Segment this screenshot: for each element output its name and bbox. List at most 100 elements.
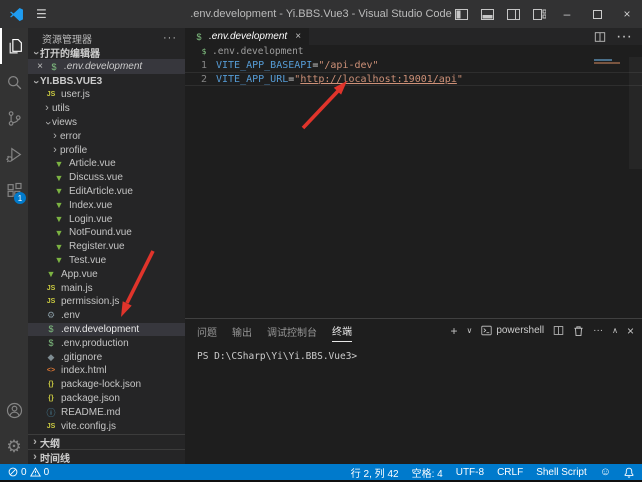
encoding[interactable]: UTF-8 xyxy=(456,467,484,478)
timeline-section-header[interactable]: › 时间线 xyxy=(28,449,185,464)
vue-icon: ▼ xyxy=(53,159,65,169)
outline-section-header[interactable]: › 大纲 xyxy=(28,434,185,449)
tree-item-Register.vue[interactable]: ▼Register.vue xyxy=(28,240,185,254)
line-number: 1 xyxy=(185,60,207,71)
tab-terminal[interactable]: 终端 xyxy=(332,319,352,342)
file-name: Login.vue xyxy=(69,214,112,225)
notifications-bell-icon[interactable] xyxy=(624,467,634,478)
menu-hamburger-icon[interactable]: ☰ xyxy=(36,7,47,21)
explorer-sidebar: 资源管理器 ··· › 打开的编辑器 × $ .env.development … xyxy=(28,28,185,464)
minimap-line-mark xyxy=(594,62,620,64)
split-terminal-icon[interactable] xyxy=(553,325,564,336)
file-name: .gitignore xyxy=(61,352,102,363)
tree-item-index.html[interactable]: <>index.html xyxy=(28,364,185,378)
open-editors-header[interactable]: › 打开的编辑器 xyxy=(28,45,185,59)
tree-item-.env.production[interactable]: $.env.production xyxy=(28,336,185,350)
indentation[interactable]: 空格: 4 xyxy=(412,465,443,480)
tree-item-Article.vue[interactable]: ▼Article.vue xyxy=(28,157,185,171)
editor-more-actions-icon[interactable]: ··· xyxy=(616,28,632,46)
sidebar-more-actions-icon[interactable]: ··· xyxy=(163,32,177,44)
tree-item-package-lock.json[interactable]: {}package-lock.json xyxy=(28,378,185,392)
new-terminal-icon[interactable]: + xyxy=(450,325,457,337)
toggle-primary-sidebar-icon[interactable] xyxy=(448,0,474,28)
extensions-icon[interactable]: 1 xyxy=(0,172,28,208)
chevron-right-icon: › xyxy=(30,437,40,448)
editor-actions: ··· xyxy=(594,28,642,45)
tree-item-Discuss.vue[interactable]: ▼Discuss.vue xyxy=(28,171,185,185)
chevron-down-icon: › xyxy=(30,77,41,87)
search-icon[interactable] xyxy=(0,64,28,100)
code-line-1[interactable]: 1 VITE_APP_BASEAPI="/api-dev" xyxy=(185,58,642,72)
timeline-label: 时间线 xyxy=(40,450,70,465)
explorer-icon[interactable] xyxy=(0,28,28,64)
terminal-dropdown-icon[interactable]: ∨ xyxy=(466,327,472,335)
breadcrumb[interactable]: $ .env.development xyxy=(185,45,642,57)
tree-item-Index.vue[interactable]: ▼Index.vue xyxy=(28,198,185,212)
tree-item-profile[interactable]: ›profile xyxy=(28,143,185,157)
tree-item-error[interactable]: ›error xyxy=(28,129,185,143)
project-root-header[interactable]: › YI.BBS.VUE3 xyxy=(28,74,185,88)
tree-item-EditArticle.vue[interactable]: ▼EditArticle.vue xyxy=(28,185,185,199)
file-name: .env xyxy=(61,310,80,321)
env-variable: VITE_APP_URL xyxy=(216,74,288,85)
close-panel-icon[interactable]: × xyxy=(627,325,634,337)
panel-more-actions-icon[interactable]: ··· xyxy=(593,326,603,336)
toggle-secondary-sidebar-icon[interactable] xyxy=(500,0,526,28)
file-name: user.js xyxy=(61,89,90,100)
terminal-instance[interactable]: powershell xyxy=(481,325,544,336)
cursor-position[interactable]: 行 2, 列 42 xyxy=(351,465,399,480)
settings-gear-icon[interactable]: ⚙ xyxy=(0,428,28,464)
panel-actions: + ∨ powershell ··· ∧ × xyxy=(450,325,634,337)
tree-item-App.vue[interactable]: ▼App.vue xyxy=(28,267,185,281)
run-debug-icon[interactable] xyxy=(0,136,28,172)
file-name: profile xyxy=(60,145,87,156)
tab-output[interactable]: 输出 xyxy=(232,320,252,342)
tree-item-Login.vue[interactable]: ▼Login.vue xyxy=(28,212,185,226)
chevron-right-icon: › xyxy=(50,131,60,142)
toggle-panel-icon[interactable] xyxy=(474,0,500,28)
tree-item-utils[interactable]: ›utils xyxy=(28,102,185,116)
tab-close-icon[interactable]: × xyxy=(295,31,301,42)
code-area[interactable]: 1 VITE_APP_BASEAPI="/api-dev" 2 VITE_APP… xyxy=(185,57,642,318)
tree-item-user.js[interactable]: JSuser.js xyxy=(28,88,185,102)
url-link[interactable]: http://localhost:19001/api xyxy=(300,74,457,85)
tree-item-README.md[interactable]: ⓘREADME.md xyxy=(28,405,185,419)
tab-debug-console[interactable]: 调试控制台 xyxy=(267,320,317,342)
file-name: package-lock.json xyxy=(61,379,141,390)
language-mode[interactable]: Shell Script xyxy=(536,467,587,478)
terminal-output[interactable]: PS D:\CSharp\Yi\Yi.BBS.Vue3> xyxy=(185,342,642,362)
eol-sequence[interactable]: CRLF xyxy=(497,467,523,478)
tree-item-main.js[interactable]: JSmain.js xyxy=(28,281,185,295)
close-editor-icon[interactable]: × xyxy=(34,61,46,72)
source-control-icon[interactable] xyxy=(0,100,28,136)
tree-item-vite.config.js[interactable]: JSvite.config.js xyxy=(28,419,185,433)
code-line-2[interactable]: 2 VITE_APP_URL="http://localhost:19001/a… xyxy=(185,72,642,86)
editor-scrollbar[interactable] xyxy=(629,57,642,169)
maximize-button[interactable] xyxy=(582,0,612,28)
minimap[interactable] xyxy=(594,59,622,65)
tree-item-.gitignore[interactable]: ◆.gitignore xyxy=(28,350,185,364)
file-name: Register.vue xyxy=(69,241,125,252)
tree-item-.env.development[interactable]: $.env.development xyxy=(28,323,185,337)
tree-item-package.json[interactable]: {}package.json xyxy=(28,392,185,406)
file-name: permission.js xyxy=(61,296,119,307)
tab-env-development[interactable]: $ .env.development × xyxy=(185,28,309,45)
tree-item-permission.js[interactable]: JSpermission.js xyxy=(28,295,185,309)
tree-item-Test.vue[interactable]: ▼Test.vue xyxy=(28,254,185,268)
problems-status[interactable]: 0 0 xyxy=(8,467,49,478)
tab-problems[interactable]: 问题 xyxy=(197,320,217,342)
kill-terminal-icon[interactable] xyxy=(573,325,584,337)
minimize-button[interactable]: – xyxy=(552,0,582,28)
editor-group: $ .env.development × ··· $ .env.developm… xyxy=(185,28,642,464)
tree-item-.env[interactable]: ⚙.env xyxy=(28,309,185,323)
tree-item-NotFound.vue[interactable]: ▼NotFound.vue xyxy=(28,226,185,240)
file-name: Discuss.vue xyxy=(69,172,123,183)
account-icon[interactable] xyxy=(0,392,28,428)
customize-layout-icon[interactable] xyxy=(526,0,552,28)
close-button[interactable]: × xyxy=(612,0,642,28)
open-editor-item[interactable]: × $ .env.development xyxy=(28,59,185,74)
maximize-panel-icon[interactable]: ∧ xyxy=(612,327,618,335)
split-editor-icon[interactable] xyxy=(594,31,606,43)
feedback-smiley-icon[interactable]: ☺ xyxy=(600,467,611,478)
tree-item-views[interactable]: ›views xyxy=(28,116,185,130)
